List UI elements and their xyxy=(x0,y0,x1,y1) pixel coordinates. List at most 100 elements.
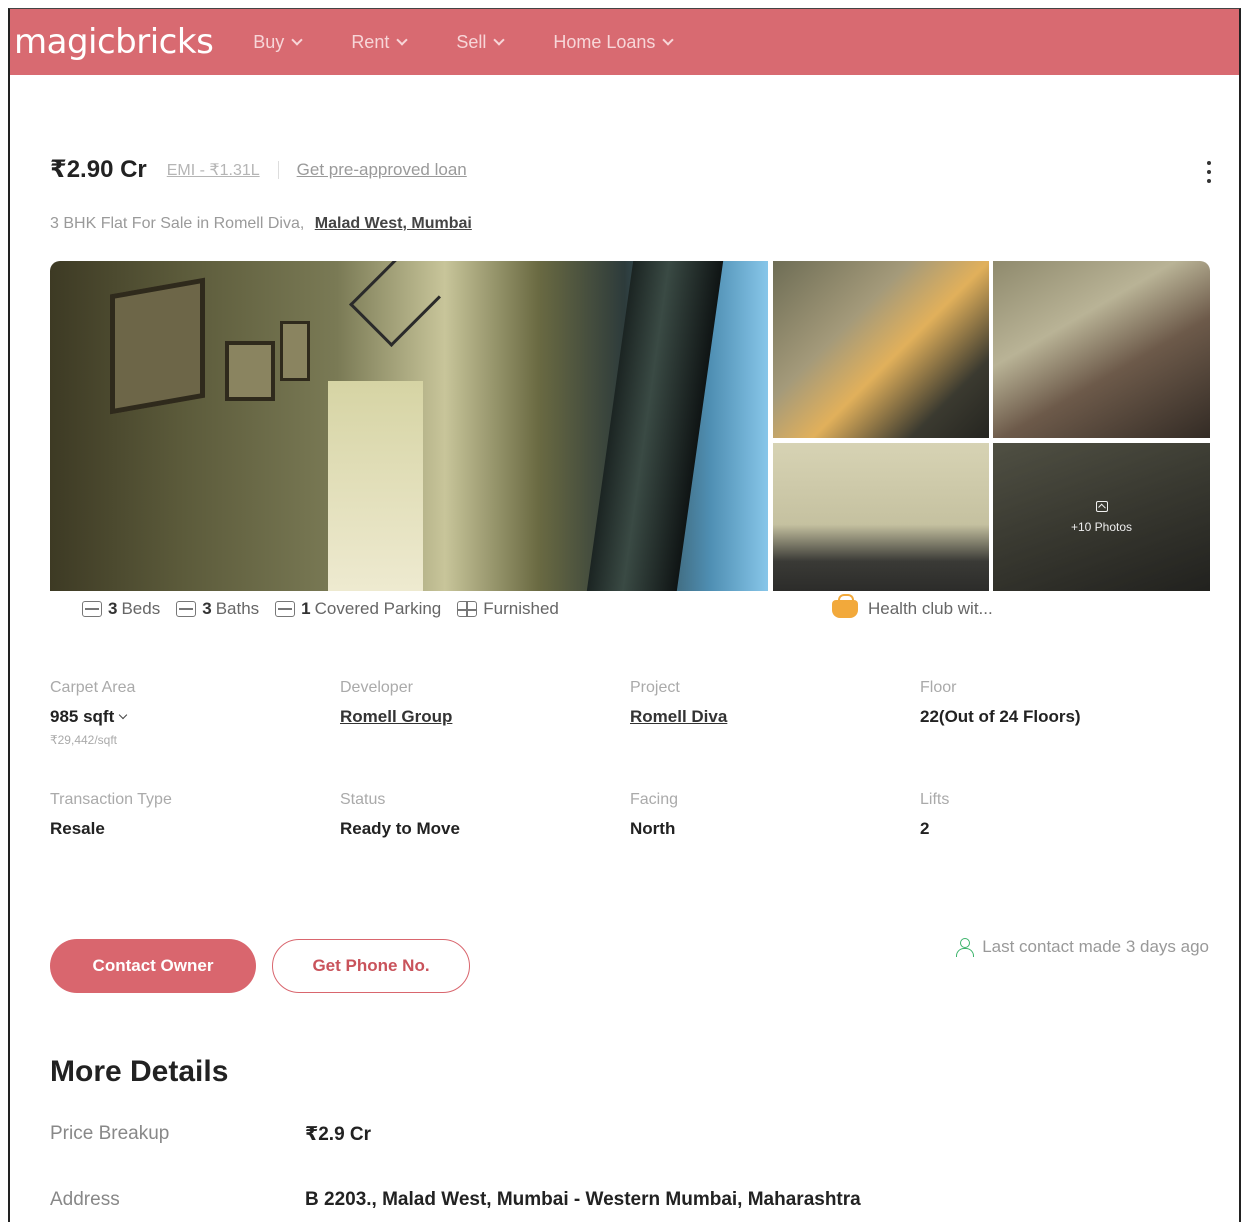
baths-label: Baths xyxy=(215,599,260,618)
logo[interactable]: magicbricks xyxy=(14,22,214,62)
property-summary: Carpet Area 985 sqft ₹29,442/sqft Develo… xyxy=(50,679,1210,903)
parking-count: 1 xyxy=(301,599,311,618)
nav-label: Home Loans xyxy=(553,31,656,52)
nav-item-rent[interactable]: Rent xyxy=(351,31,409,53)
photo-thumbnail[interactable] xyxy=(773,261,989,438)
carpet-area: Carpet Area 985 sqft ₹29,442/sqft xyxy=(50,679,340,791)
summary-label: Facing xyxy=(630,791,679,808)
last-contact-info: Last contact made 3 days ago xyxy=(956,937,1209,957)
nav-label: Buy xyxy=(253,31,285,52)
page-frame: magicbricks Buy Rent Sell Home Loans ₹2.… xyxy=(8,8,1241,1222)
beds-count: 3 xyxy=(108,599,118,618)
furnished-label: Furnished xyxy=(483,599,559,618)
transaction-type: Transaction Type Resale xyxy=(50,791,340,903)
summary-label: Lifts xyxy=(920,791,950,808)
photo-thumbnail[interactable] xyxy=(773,443,989,591)
price-row: ₹2.90 Cr EMI - ₹1.31L Get pre-approved l… xyxy=(50,155,467,184)
wall-frame xyxy=(280,321,310,381)
detail-value: B 2203., Malad West, Mumbai - Western Mu… xyxy=(305,1189,861,1210)
developer: Developer Romell Group xyxy=(340,679,630,791)
floor: Floor 22(Out of 24 Floors) xyxy=(920,679,1210,791)
price-per-sqft: ₹29,442/sqft xyxy=(50,733,118,747)
summary-label: Project xyxy=(630,679,680,696)
emi-link[interactable]: EMI - ₹1.31L xyxy=(167,160,260,180)
more-options-icon[interactable] xyxy=(1207,161,1213,183)
summary-value: Ready to Move xyxy=(340,819,460,838)
nav-item-buy[interactable]: Buy xyxy=(253,31,303,53)
top-navigation-bar: magicbricks Buy Rent Sell Home Loans xyxy=(10,9,1239,75)
get-phone-button[interactable]: Get Phone No. xyxy=(272,939,470,993)
amenity-bar: 3 Beds 3 Baths 1 Covered Parking Furnish… xyxy=(72,591,1188,627)
contact-owner-button[interactable]: Contact Owner xyxy=(50,939,256,993)
chevron-down-icon xyxy=(493,33,506,46)
parking-label: Covered Parking xyxy=(314,599,442,618)
status: Status Ready to Move xyxy=(340,791,630,903)
health-club-label: Health club wit... xyxy=(868,599,993,618)
carpet-area-value[interactable]: 985 sqft xyxy=(50,707,340,727)
beds-info: 3 Beds xyxy=(82,599,160,619)
facing: Facing North xyxy=(630,791,920,903)
bed-icon xyxy=(82,601,102,617)
parking-icon xyxy=(275,601,296,617)
baths-count: 3 xyxy=(202,599,212,618)
more-photos-thumbnail[interactable]: +10 Photos xyxy=(993,443,1210,591)
listing-price: ₹2.90 Cr xyxy=(50,156,147,183)
chevron-down-icon xyxy=(662,33,675,46)
summary-label: Developer xyxy=(340,679,413,696)
project-link[interactable]: Romell Diva xyxy=(630,707,727,726)
summary-label: Status xyxy=(340,791,386,808)
summary-value: North xyxy=(630,819,676,838)
summary-row: Transaction Type Resale Status Ready to … xyxy=(50,791,1210,903)
cta-row: Contact Owner Get Phone No. xyxy=(50,939,470,993)
photo-gallery: +10 Photos 3 Beds 3 Baths 1 Covered Park… xyxy=(50,261,1210,627)
detail-label: Price Breakup xyxy=(50,1123,170,1144)
person-icon xyxy=(956,938,975,957)
nav-label: Rent xyxy=(351,31,390,52)
chevron-down-icon xyxy=(119,710,128,720)
wall-frame xyxy=(225,341,275,401)
summary-label: Transaction Type xyxy=(50,791,172,808)
main-photo[interactable] xyxy=(50,261,768,591)
more-details-heading: More Details xyxy=(50,1055,229,1088)
beds-label: Beds xyxy=(121,599,161,618)
nav-item-home-loans[interactable]: Home Loans xyxy=(553,31,675,53)
furnished-info: Furnished xyxy=(457,599,559,619)
divider xyxy=(277,160,279,179)
baths-info: 3 Baths xyxy=(176,599,259,619)
bath-icon xyxy=(176,601,197,617)
photo-icon xyxy=(1095,500,1108,512)
nav-label: Sell xyxy=(456,31,487,52)
furnished-icon xyxy=(457,601,478,617)
listing-subtitle: 3 BHK Flat For Sale in Romell Diva, Mala… xyxy=(50,215,472,233)
summary-value: 22(Out of 24 Floors) xyxy=(920,707,1081,726)
summary-value: 985 sqft xyxy=(50,707,115,726)
last-contact-text: Last contact made 3 days ago xyxy=(982,937,1209,956)
location-link[interactable]: Malad West, Mumbai xyxy=(315,215,472,232)
corridor-door xyxy=(328,381,423,591)
project: Project Romell Diva xyxy=(630,679,920,791)
preapproved-loan-link[interactable]: Get pre-approved loan xyxy=(297,160,467,180)
more-photos-overlay: +10 Photos xyxy=(993,443,1210,591)
lifts: Lifts 2 xyxy=(920,791,1210,903)
summary-label: Carpet Area xyxy=(50,679,136,696)
chevron-down-icon xyxy=(291,33,303,46)
summary-row: Carpet Area 985 sqft ₹29,442/sqft Develo… xyxy=(50,679,1210,791)
summary-value: Resale xyxy=(50,819,105,838)
door-pillar xyxy=(586,261,724,591)
ceiling-lamp xyxy=(349,261,441,347)
summary-value: 2 xyxy=(920,819,930,838)
summary-label: Floor xyxy=(920,679,957,696)
chevron-down-icon xyxy=(396,33,409,46)
nav-item-sell[interactable]: Sell xyxy=(456,31,506,53)
photo-thumbnail[interactable] xyxy=(993,261,1210,438)
wall-frame xyxy=(110,277,205,415)
price-breakup-row: Price Breakup ₹2.9 Cr xyxy=(50,1123,371,1146)
detail-label: Address xyxy=(50,1189,120,1210)
more-photos-count: +10 Photos xyxy=(1070,519,1133,534)
listing-type: 3 BHK Flat For Sale in Romell Diva, xyxy=(50,215,305,232)
address-row: Address B 2203., Malad West, Mumbai - We… xyxy=(50,1189,861,1211)
health-club-icon xyxy=(832,594,858,618)
detail-value: ₹2.9 Cr xyxy=(305,1124,372,1145)
developer-link[interactable]: Romell Group xyxy=(340,707,452,726)
parking-info: 1 Covered Parking xyxy=(275,599,441,619)
